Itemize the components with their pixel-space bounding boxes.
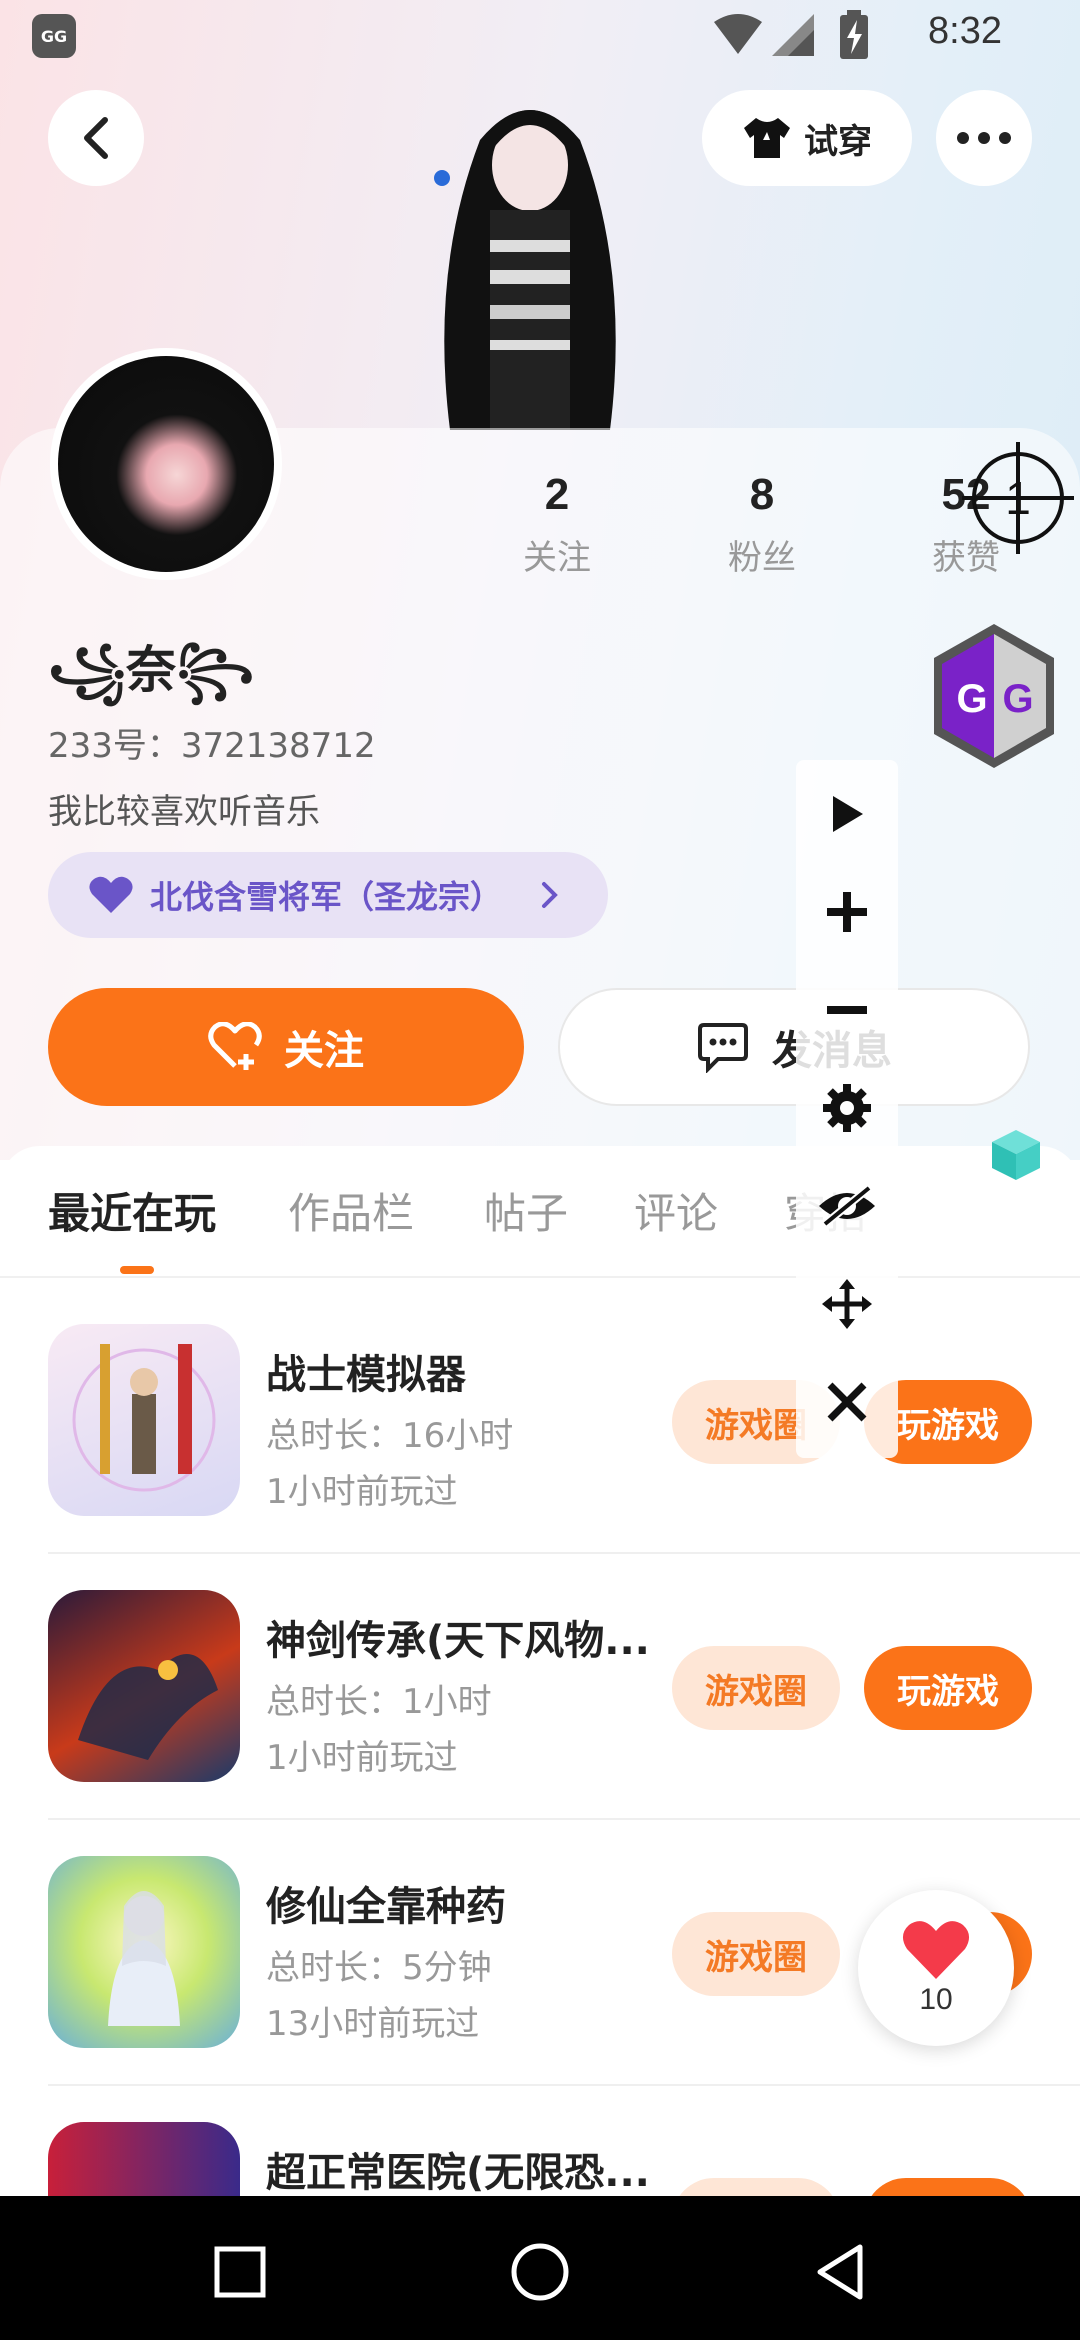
crosshair-target-icon[interactable]: 1 — [960, 440, 1076, 556]
stat-following[interactable]: 2 关注 — [487, 470, 627, 579]
game-art-warrior — [72, 1344, 216, 1492]
tshirt-icon — [744, 118, 790, 158]
tab-comments[interactable]: 评论 — [634, 1180, 718, 1241]
gear-icon — [823, 1084, 871, 1132]
tabs-divider — [0, 1276, 1080, 1278]
overlay-play-button[interactable] — [796, 774, 898, 854]
game-duration: 总时长：1小时 — [266, 1682, 492, 1722]
svg-text:G: G — [1002, 677, 1033, 721]
tryon-button[interactable]: 试穿 — [702, 90, 912, 186]
game-art-cultivator — [108, 1891, 180, 2026]
game-thumbnail[interactable] — [48, 1856, 240, 2048]
circle-icon — [511, 2243, 569, 2301]
game-name: 超正常医院(无限恐... — [266, 2150, 650, 2196]
play-game-button[interactable]: 玩游戏 — [864, 1646, 1032, 1730]
nav-home-button[interactable] — [500, 2232, 580, 2312]
row-divider — [48, 1552, 1080, 1554]
title-badge-label: 北伐含雪将军（圣龙宗） — [150, 878, 503, 916]
game-circle-button[interactable]: 游戏圈 — [672, 1646, 840, 1730]
plus-icon — [827, 892, 867, 932]
profile-tabs: 最近在玩 作品栏 帖子 评论 穿搭 — [0, 1180, 1080, 1276]
row-divider — [48, 1818, 1080, 1820]
eye-off-icon — [819, 1184, 875, 1228]
svg-text:G: G — [956, 677, 987, 721]
game-name: 战士模拟器 — [266, 1352, 466, 1398]
overlay-plus-button[interactable] — [796, 872, 898, 952]
like-count: 10 — [919, 1983, 953, 2016]
list-item[interactable]: 战士模拟器 总时长：16小时 1小时前玩过 游戏圈 玩游戏 — [0, 1324, 1080, 1590]
game-last-played: 1小时前玩过 — [266, 1472, 458, 1512]
heart-plus-icon — [208, 1022, 262, 1070]
chat-bubble-icon — [698, 1023, 748, 1073]
gg-app-icon: GG — [32, 14, 76, 58]
chevron-left-icon — [84, 117, 108, 159]
gg-hexagon-badge[interactable]: G G — [928, 620, 1060, 772]
overlay-hide-button[interactable] — [796, 1166, 898, 1246]
follow-button[interactable]: 关注 — [48, 988, 524, 1106]
profile-bio: 我比较喜欢听音乐 — [48, 792, 320, 832]
row-divider — [48, 2084, 1080, 2086]
like-bubble[interactable]: 10 — [858, 1890, 1014, 2046]
overlay-close-button[interactable] — [796, 1362, 898, 1442]
list-item[interactable]: 神剑传承(天下风物... 总时长：1小时 1小时前玩过 游戏圈 玩游戏 — [0, 1590, 1080, 1856]
game-circle-button[interactable]: 游戏圈 — [672, 1912, 840, 1996]
close-icon — [827, 1382, 867, 1422]
heart-icon — [902, 1921, 970, 1979]
overlay-minus-button[interactable] — [796, 970, 898, 1050]
status-time: 8:32 — [928, 10, 1002, 52]
game-duration: 总时长：5分钟 — [266, 1948, 492, 1988]
profile-avatar[interactable] — [50, 348, 282, 580]
stat-following-label: 关注 — [523, 538, 591, 578]
play-icon — [833, 796, 863, 832]
more-options-button[interactable] — [936, 90, 1032, 186]
avatar-3d-figure — [434, 110, 616, 430]
chevron-right-icon — [542, 882, 558, 908]
tab-works[interactable]: 作品栏 — [288, 1180, 414, 1241]
tab-recently-played[interactable]: 最近在玩 — [48, 1180, 216, 1241]
nav-recents-button[interactable] — [200, 2232, 280, 2312]
overlay-move-button[interactable] — [796, 1264, 898, 1344]
profile-uid[interactable]: 233号：372138712 — [48, 718, 376, 767]
game-thumbnail[interactable] — [48, 1324, 240, 1516]
wifi-icon — [714, 14, 762, 54]
stat-following-count: 2 — [544, 470, 570, 519]
title-badge-pill[interactable]: 北伐含雪将军（圣龙宗） — [48, 852, 608, 938]
game-art-dragon — [78, 1654, 218, 1760]
overlay-settings-button[interactable] — [796, 1068, 898, 1148]
signal-icon — [772, 14, 814, 56]
game-last-played: 13小时前玩过 — [266, 2004, 480, 2044]
status-bar: GG 8:32 — [0, 0, 1080, 72]
game-duration: 总时长：16小时 — [266, 1416, 514, 1456]
heart-badge-icon — [89, 876, 133, 913]
minus-icon — [827, 1006, 867, 1014]
stat-followers-label: 粉丝 — [728, 538, 796, 578]
game-thumbnail[interactable] — [48, 1590, 240, 1782]
tab-posts[interactable]: 帖子 — [484, 1180, 568, 1241]
game-name: 修仙全靠种药 — [266, 1884, 506, 1930]
stat-followers-count: 8 — [749, 470, 775, 519]
game-name: 神剑传承(天下风物... — [266, 1618, 650, 1664]
tryon-label: 试穿 — [804, 121, 872, 162]
system-nav-bar — [0, 2196, 1080, 2340]
triangle-back-icon — [817, 2244, 863, 2300]
crosshair-number: 1 — [1005, 472, 1031, 524]
game-last-played: 1小时前玩过 — [266, 1738, 458, 1778]
square-icon — [214, 2246, 266, 2298]
overlay-toolbar — [796, 760, 898, 1458]
move-arrows-icon — [822, 1279, 872, 1329]
battery-charging-icon — [840, 10, 868, 59]
follow-label: 关注 — [284, 1028, 364, 1074]
tab-active-indicator — [120, 1266, 154, 1274]
nav-back-button[interactable] — [800, 2232, 880, 2312]
message-button[interactable]: 发消息 — [558, 988, 1030, 1106]
back-button[interactable] — [48, 90, 144, 186]
stat-followers[interactable]: 8 粉丝 — [692, 470, 832, 579]
cube-icon[interactable] — [988, 1126, 1044, 1182]
more-dots-icon — [957, 132, 1011, 144]
